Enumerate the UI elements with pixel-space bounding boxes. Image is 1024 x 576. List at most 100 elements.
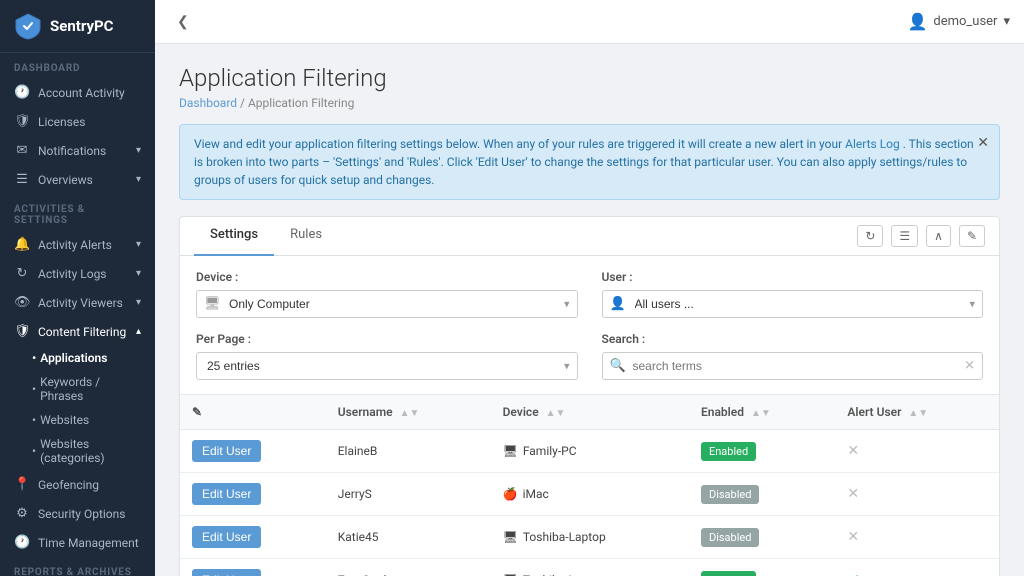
tab-rules[interactable]: Rules [274,217,338,256]
per-page-label: Per Page : [196,332,578,346]
cross-icon: ✕ [847,443,859,459]
chevron-down-icon: ▾ [136,174,141,185]
breadcrumb-dashboard[interactable]: Dashboard [179,96,237,110]
info-banner: View and edit your application filtering… [179,124,1000,200]
topbar: ❮ 👤 demo_user ▾ [155,0,1024,44]
section-dashboard: Dashboard [0,53,155,78]
activity-logs-icon: ↻ [14,266,30,281]
alert-user-cell: ✕ [835,430,999,473]
sidebar-item-content-filtering[interactable]: 🛡 Content Filtering ▴ [0,317,155,346]
col-device[interactable]: Device ▲▼ [491,395,689,430]
sidebar-sub-item-websites-categories[interactable]: Websites (categories) [0,432,155,470]
collapse-sidebar-button[interactable]: ❮ [169,9,197,34]
chevron-up-icon: ▴ [136,326,141,337]
geofencing-icon: 📍 [14,477,30,492]
edit-cell: Edit User [180,516,326,559]
sidebar-item-overviews[interactable]: ☰ Overviews ▾ [0,165,155,194]
sidebar-item-geofencing[interactable]: 📍 Geofencing [0,470,155,499]
sidebar-item-security-options[interactable]: ⚙ Security Options [0,499,155,528]
page-title: Application Filtering [179,64,1000,92]
device-cell: 🖥Toshiba-Laptop [491,559,689,576]
banner-close-button[interactable]: ✕ [977,133,989,154]
sidebar-sub-item-keywords[interactable]: Keywords / Phrases [0,370,155,408]
cross-icon: ✕ [847,529,859,545]
alert-user-cell: ✔ [835,559,999,576]
alert-user-cell: ✕ [835,516,999,559]
sort-icon: ▲▼ [908,408,928,419]
chevron-down-icon: ▾ [136,297,141,308]
col-alert-user[interactable]: Alert User ▲▼ [835,395,999,430]
chevron-down-icon: ▾ [136,239,141,250]
device-cell: 🖥Family-PC [491,430,689,473]
edit-cell: Edit User [180,430,326,473]
sidebar-item-time-management[interactable]: 🕐 Time Management [0,528,155,557]
users-table: ✎ Username ▲▼ Device ▲▼ Enabled ▲▼ Alert… [180,394,999,576]
windows-icon: 🖥 [503,444,518,458]
enabled-badge: Disabled [701,485,759,504]
enabled-cell: Disabled [689,516,835,559]
edit-user-button[interactable]: Edit User [192,569,261,576]
search-input[interactable] [602,352,984,380]
col-username[interactable]: Username ▲▼ [326,395,491,430]
edit-cell: Edit User [180,473,326,516]
enabled-cell: Disabled [689,473,835,516]
time-management-icon: 🕐 [14,535,30,550]
sidebar-sub-item-websites[interactable]: Websites [0,408,155,432]
table-body: Edit UserElaineB🖥Family-PCEnabled✕Edit U… [180,430,999,576]
tab-bar: Settings Rules ↻ ☰ ∧ ✎ [180,217,999,256]
collapse-button[interactable]: ∧ [926,225,951,247]
windows-icon: 🖥 [503,530,518,544]
cross-icon: ✕ [847,486,859,502]
sidebar-item-account-activity[interactable]: 🕐 Account Activity [0,78,155,107]
main-content: ❮ 👤 demo_user ▾ Application Filtering Da… [155,0,1024,576]
device-select[interactable]: Only Computer All Devices Family-PC iMac… [196,290,578,318]
security-options-icon: ⚙ [14,506,30,521]
sidebar-item-licenses[interactable]: 🛡 Licenses [0,107,155,136]
device-filter-group: Device : 🖥 Only Computer All Devices Fam… [196,270,578,318]
clear-search-icon[interactable]: ✕ [964,359,975,374]
refresh-button[interactable]: ↻ [857,225,883,247]
col-edit: ✎ [180,395,326,430]
table-row: Edit UserJerryS🍎iMacDisabled✕ [180,473,999,516]
tab-settings[interactable]: Settings [194,217,274,256]
user-menu-chevron: ▾ [1003,14,1010,29]
per-page-select[interactable]: 25 entries 10 entries 50 entries 100 ent… [196,352,578,380]
tab-actions: ↻ ☰ ∧ ✎ [857,217,985,255]
main-card: Settings Rules ↻ ☰ ∧ ✎ Device : 🖥 Only C… [179,216,1000,576]
notifications-icon: ✉ [14,143,30,158]
licenses-icon: 🛡 [14,114,30,129]
col-enabled[interactable]: Enabled ▲▼ [689,395,835,430]
list-view-button[interactable]: ☰ [891,225,918,247]
sidebar-item-activity-alerts[interactable]: 🔔 Activity Alerts ▾ [0,230,155,259]
chevron-down-icon: ▾ [136,268,141,279]
edit-user-button[interactable]: Edit User [192,440,261,462]
per-page-select-wrap: 25 entries 10 entries 50 entries 100 ent… [196,352,578,380]
user-menu[interactable]: 👤 demo_user ▾ [907,12,1010,31]
sidebar-item-activity-logs[interactable]: ↻ Activity Logs ▾ [0,259,155,288]
breadcrumb: Dashboard / Application Filtering [179,96,1000,110]
section-reports: Reports & Archives [0,557,155,576]
logo-icon [14,12,42,40]
sidebar-item-activity-viewers[interactable]: 👁 Activity Viewers ▾ [0,288,155,317]
alerts-log-link[interactable]: Alerts Log [845,137,900,151]
per-page-filter-group: Per Page : 25 entries 10 entries 50 entr… [196,332,578,380]
sidebar-sub-item-applications[interactable]: Applications [0,346,155,370]
filters-row-2: Per Page : 25 entries 10 entries 50 entr… [180,332,999,394]
username-cell: Katie45 [326,516,491,559]
device-select-wrap: 🖥 Only Computer All Devices Family-PC iM… [196,290,578,318]
user-select-wrap: 👤 All users ... ElaineB JerryS Katie45 Z… [602,290,984,318]
sidebar: SentryPC Dashboard 🕐 Account Activity 🛡 … [0,0,155,576]
account-activity-icon: 🕐 [14,85,30,100]
content-filtering-icon: 🛡 [14,324,30,339]
activity-viewers-icon: 👁 [14,295,30,310]
app-name: SentryPC [50,17,113,35]
edit-user-button[interactable]: Edit User [192,526,261,548]
user-icon: 👤 [907,12,927,31]
overviews-icon: ☰ [14,172,30,187]
edit-user-button[interactable]: Edit User [192,483,261,505]
user-select[interactable]: All users ... ElaineB JerryS Katie45 Zer… [602,290,984,318]
sidebar-item-notifications[interactable]: ✉ Notifications ▾ [0,136,155,165]
search-filter-group: Search : 🔍 ✕ [602,332,984,380]
edit-button[interactable]: ✎ [959,225,985,247]
device-cell: 🖥Toshiba-Laptop [491,516,689,559]
